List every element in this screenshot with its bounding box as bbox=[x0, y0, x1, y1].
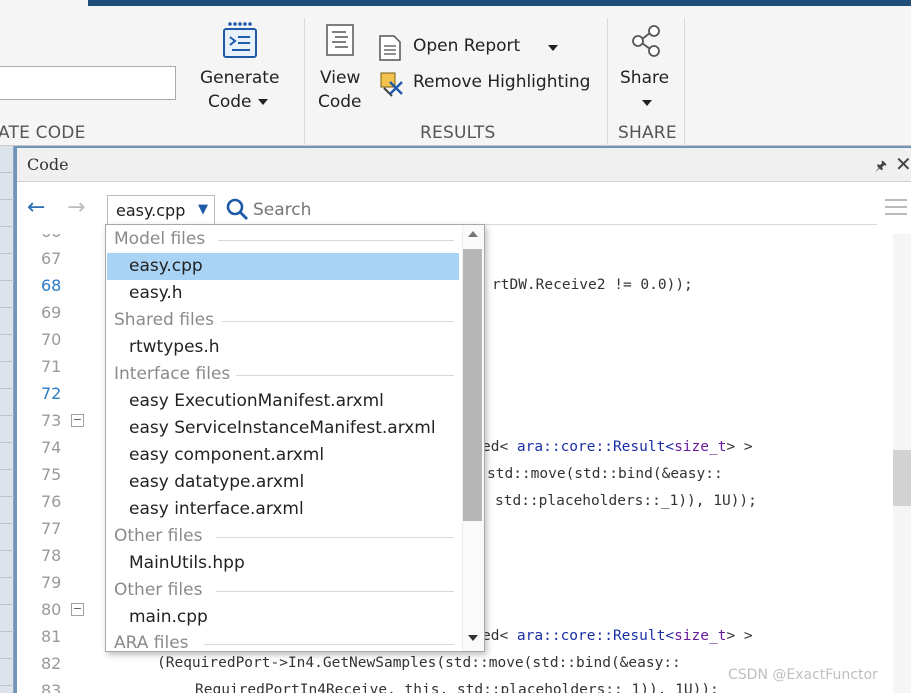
line-number: 74 bbox=[41, 438, 62, 457]
line-number: 70 bbox=[41, 330, 62, 349]
group-header: Other files bbox=[114, 580, 203, 600]
title-bar-strip bbox=[88, 0, 911, 6]
close-icon[interactable]: ✕ bbox=[895, 152, 911, 176]
code-line: RequiredPortIn4Receive, this, std::place… bbox=[195, 682, 719, 693]
fold-toggle-icon[interactable]: − bbox=[71, 414, 84, 427]
file-item-easy-h[interactable]: easy.h bbox=[107, 280, 459, 307]
fold-toggle-icon[interactable]: − bbox=[71, 603, 84, 616]
toolstrip: Generate Code ATE CODE View Code Open Re… bbox=[0, 0, 911, 146]
generate-code-section-title: ATE CODE bbox=[0, 123, 86, 143]
file-item-datatype[interactable]: easy datatype.arxml bbox=[107, 469, 459, 496]
group-header: Interface files bbox=[114, 364, 231, 384]
line-number: 81 bbox=[41, 627, 62, 646]
line-number: 66 bbox=[41, 234, 61, 241]
toolstrip-input-field[interactable] bbox=[0, 66, 176, 100]
code-line: std::placeholders::_1)), 1U)); bbox=[495, 493, 757, 509]
file-select-dropdown[interactable]: easy.cpp ▼ bbox=[107, 195, 215, 225]
share-section-title: SHARE bbox=[618, 123, 677, 143]
line-number: 67 bbox=[41, 249, 62, 268]
file-item-component[interactable]: easy component.arxml bbox=[107, 442, 459, 469]
group-divider bbox=[216, 591, 454, 592]
chevron-down-icon: ▼ bbox=[198, 202, 208, 217]
remove-highlighting-label: Remove Highlighting bbox=[413, 72, 591, 92]
panel-header: Code 🖈 ✕ bbox=[17, 148, 911, 182]
code-line: (RequiredPort->In4.GetNewSamples(std::mo… bbox=[157, 655, 681, 671]
generate-code-button[interactable]: Generate Code bbox=[190, 18, 290, 118]
chevron-down-icon[interactable] bbox=[548, 45, 558, 51]
left-dock-lines bbox=[0, 146, 14, 693]
line-number: 73 bbox=[41, 411, 62, 430]
results-section-title: RESULTS bbox=[420, 123, 496, 143]
line-number-gutter: 66 67 68 69 70 71 72 73 − 74 75 76 77 78… bbox=[17, 234, 87, 693]
line-number: 80 bbox=[41, 600, 62, 619]
scroll-up-arrow-icon[interactable] bbox=[468, 231, 478, 237]
remove-highlighting-button[interactable]: Remove Highlighting bbox=[378, 70, 598, 98]
line-number: 78 bbox=[41, 546, 62, 565]
code-scrollbar-thumb[interactable] bbox=[893, 450, 911, 506]
chevron-down-icon bbox=[642, 100, 652, 106]
report-icon bbox=[379, 35, 401, 61]
file-item-rtwtypes-h[interactable]: rtwtypes.h bbox=[107, 334, 459, 361]
search-icon bbox=[226, 198, 248, 220]
share-label: Share bbox=[620, 68, 670, 88]
file-item-easy-cpp[interactable]: easy.cpp bbox=[107, 253, 459, 280]
group-divider bbox=[218, 240, 454, 241]
group-divider bbox=[236, 375, 454, 376]
line-number: 72 bbox=[41, 384, 62, 403]
code-line: ed< ara::core::Result<size_t> > bbox=[482, 628, 753, 644]
toolstrip-divider bbox=[607, 18, 608, 146]
watermark: CSDN @ExactFunctor bbox=[728, 667, 878, 683]
line-number: 71 bbox=[41, 357, 62, 376]
generate-code-label-2: Code bbox=[208, 92, 268, 112]
generate-code-icon bbox=[223, 22, 257, 58]
file-item-mainutils-hpp[interactable]: MainUtils.hpp bbox=[107, 550, 459, 577]
file-item-execution-manifest[interactable]: easy ExecutionManifest.arxml bbox=[107, 388, 459, 415]
group-header: ARA files bbox=[114, 633, 189, 652]
group-header: Shared files bbox=[114, 310, 214, 330]
generate-code-label-1: Generate bbox=[200, 68, 280, 88]
view-code-icon bbox=[326, 24, 354, 56]
code-line: rtDW.Receive2 != 0.0)); bbox=[492, 277, 693, 293]
line-number: 83 bbox=[41, 681, 62, 693]
code-line: std::move(std::bind(&easy:: bbox=[487, 466, 723, 482]
line-number: 79 bbox=[41, 573, 62, 592]
share-icon bbox=[632, 25, 660, 57]
back-arrow-icon[interactable]: ← bbox=[27, 195, 45, 220]
share-button[interactable]: Share bbox=[614, 22, 676, 118]
chevron-down-icon bbox=[257, 99, 268, 105]
line-number: 75 bbox=[41, 465, 62, 484]
group-header: Other files bbox=[114, 526, 203, 546]
view-code-button[interactable]: View Code bbox=[314, 22, 370, 118]
view-code-label-2: Code bbox=[318, 92, 362, 112]
toolstrip-divider bbox=[304, 18, 305, 146]
remove-highlighting-icon bbox=[380, 72, 403, 97]
dropdown-scrollbar-thumb[interactable] bbox=[463, 249, 482, 521]
scroll-down-arrow-icon[interactable] bbox=[468, 635, 478, 641]
group-divider bbox=[204, 644, 454, 645]
group-divider bbox=[222, 321, 454, 322]
group-divider bbox=[216, 537, 454, 538]
line-number: 69 bbox=[41, 303, 62, 322]
panel-title: Code bbox=[27, 155, 69, 174]
open-report-button[interactable]: Open Report bbox=[378, 34, 578, 62]
file-item-main-cpp[interactable]: main.cpp bbox=[107, 604, 459, 631]
file-select-value: easy.cpp bbox=[116, 201, 186, 220]
toolstrip-divider bbox=[684, 18, 685, 146]
line-number: 77 bbox=[41, 519, 62, 538]
view-code-label-1: View bbox=[320, 68, 361, 88]
search-input[interactable] bbox=[253, 195, 877, 225]
group-header: Model files bbox=[114, 229, 206, 249]
file-dropdown-list: Model files easy.cpp easy.h Shared files… bbox=[105, 224, 485, 652]
file-item-interface[interactable]: easy interface.arxml bbox=[107, 496, 459, 523]
code-line: ed< ara::core::Result<size_t> > bbox=[482, 439, 753, 455]
open-report-label: Open Report bbox=[413, 36, 521, 56]
file-item-service-instance-manifest[interactable]: easy ServiceInstanceManifest.arxml bbox=[107, 415, 459, 442]
forward-arrow-icon[interactable]: → bbox=[67, 195, 85, 220]
line-number: 68 bbox=[41, 276, 62, 295]
pin-icon[interactable]: 🖈 bbox=[875, 157, 887, 179]
line-number: 76 bbox=[41, 492, 62, 511]
line-number: 82 bbox=[41, 654, 62, 673]
menu-icon[interactable] bbox=[885, 199, 907, 219]
